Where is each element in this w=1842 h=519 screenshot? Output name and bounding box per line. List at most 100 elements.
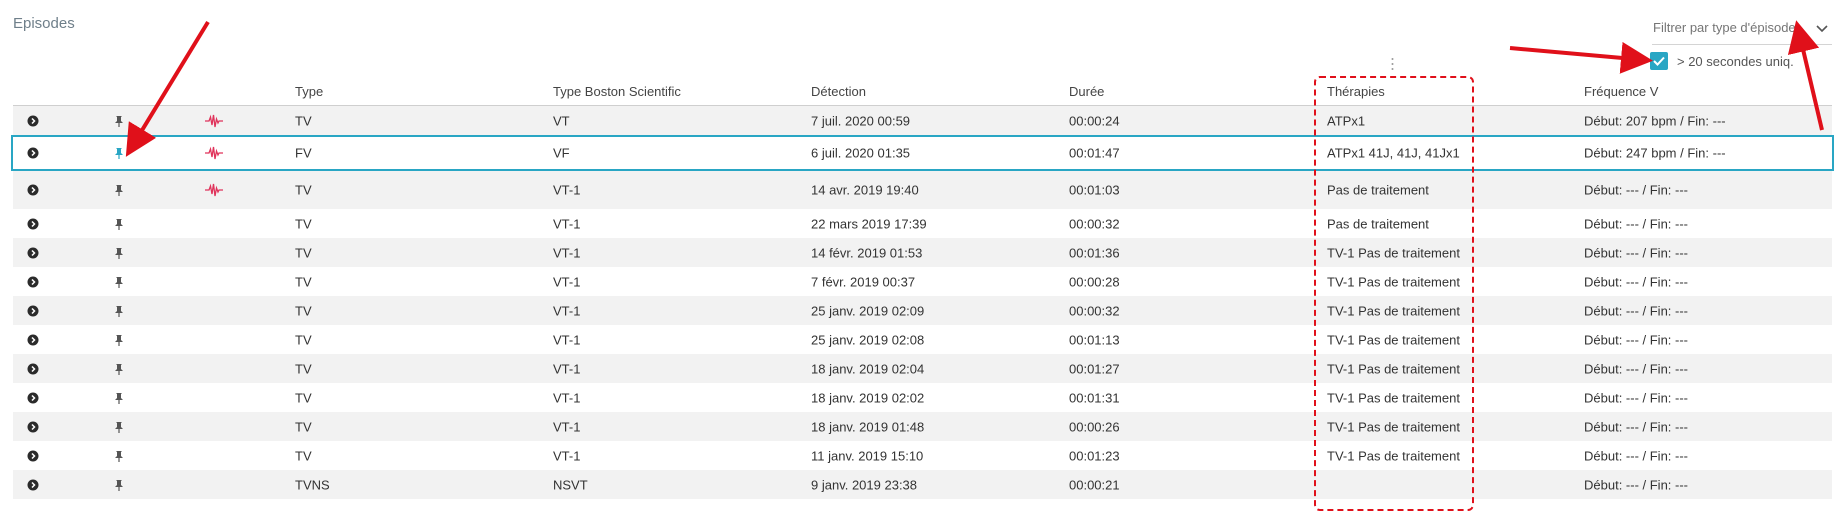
cell-duration: 00:01:47 bbox=[1069, 145, 1120, 161]
episodes-table: Type Type Boston Scientific Détection Du… bbox=[11, 78, 1834, 499]
cell-detection: 14 avr. 2019 19:40 bbox=[811, 182, 919, 198]
table-row[interactable]: TV VT-1 11 janv. 2019 15:10 00:01:23 TV-1 Pa… bbox=[13, 441, 1832, 470]
pin-icon[interactable] bbox=[114, 184, 124, 196]
cell-type: TV bbox=[295, 245, 312, 260]
pin-icon[interactable] bbox=[114, 392, 124, 404]
cell-detection: 7 juil. 2020 00:59 bbox=[811, 113, 911, 128]
waveform-icon[interactable] bbox=[205, 183, 223, 197]
pin-icon[interactable] bbox=[114, 334, 124, 346]
expand-row-icon[interactable] bbox=[27, 479, 39, 491]
cell-duration: 00:01:27 bbox=[1069, 361, 1120, 376]
table-row[interactable]: TV VT-1 18 janv. 2019 02:04 00:01:27 TV-1 Pa… bbox=[13, 354, 1832, 383]
cell-therapies: ATPx1 bbox=[1327, 113, 1366, 128]
cell-type: TV bbox=[295, 390, 312, 405]
table-row[interactable]: TVNS NSVT 9 janv. 2019 23:38 00:00:21 Début:… bbox=[13, 470, 1832, 499]
column-resize-handle[interactable] bbox=[1391, 57, 1394, 71]
pin-icon[interactable] bbox=[114, 450, 124, 462]
pin-icon[interactable] bbox=[114, 421, 124, 433]
expand-row-icon[interactable] bbox=[27, 450, 39, 462]
pin-icon[interactable] bbox=[114, 276, 124, 288]
cell-duration: 00:00:21 bbox=[1069, 477, 1120, 492]
table-row[interactable]: TV VT-1 14 avr. 2019 19:40 00:01:03 Pas de t… bbox=[13, 171, 1832, 209]
pin-icon[interactable] bbox=[114, 218, 124, 230]
cell-bsc-type: VT-1 bbox=[553, 274, 581, 289]
table-row[interactable]: TV VT-1 22 mars 2019 17:39 00:00:32 Pas de t… bbox=[13, 209, 1832, 238]
table-row-selected[interactable]: FV VF 6 juil. 2020 01:35 00:01:47 ATPx1 41J,… bbox=[11, 135, 1834, 171]
cell-detection: 25 janv. 2019 02:08 bbox=[811, 332, 925, 347]
expand-row-icon[interactable] bbox=[27, 421, 39, 433]
cell-frequency: Début: --- / Fin: --- bbox=[1584, 477, 1689, 492]
expand-row-icon[interactable] bbox=[27, 334, 39, 346]
cell-type: TV bbox=[295, 113, 312, 128]
table-row[interactable]: TV VT-1 25 janv. 2019 02:09 00:00:32 TV-1 Pa… bbox=[13, 296, 1832, 325]
cell-therapies: Pas de traitement bbox=[1327, 182, 1429, 198]
cell-type: TV bbox=[295, 332, 312, 347]
chevron-down-icon[interactable] bbox=[1814, 20, 1830, 36]
column-header-frequency[interactable]: Fréquence V bbox=[1584, 84, 1658, 99]
cell-frequency: Début: --- / Fin: --- bbox=[1584, 419, 1689, 434]
filter-placeholder: Filtrer par type d'épisode bbox=[1653, 20, 1796, 35]
cell-frequency: Début: --- / Fin: --- bbox=[1584, 274, 1689, 289]
expand-row-icon[interactable] bbox=[27, 115, 39, 127]
pin-icon[interactable] bbox=[114, 363, 124, 375]
cell-bsc-type: VT-1 bbox=[553, 390, 581, 405]
cell-therapies: TV-1 Pas de traitement bbox=[1327, 448, 1460, 463]
cell-duration: 00:01:23 bbox=[1069, 448, 1120, 463]
cell-therapies: TV-1 Pas de traitement bbox=[1327, 332, 1460, 347]
cell-frequency: Début: 207 bpm / Fin: --- bbox=[1584, 113, 1726, 128]
table-row[interactable]: TV VT 7 juil. 2020 00:59 00:00:24 ATPx1 Début… bbox=[13, 106, 1832, 135]
cell-bsc-type: VT-1 bbox=[553, 448, 581, 463]
cell-therapies: TV-1 Pas de traitement bbox=[1327, 303, 1460, 318]
expand-row-icon[interactable] bbox=[27, 184, 39, 196]
cell-frequency: Début: --- / Fin: --- bbox=[1584, 303, 1689, 318]
waveform-icon[interactable] bbox=[205, 114, 223, 128]
duration-filter-checkbox[interactable] bbox=[1650, 52, 1668, 70]
pin-icon[interactable] bbox=[114, 305, 124, 317]
pin-icon[interactable] bbox=[114, 115, 124, 127]
table-row[interactable]: TV VT-1 14 févr. 2019 01:53 00:01:36 TV-1 Pa… bbox=[13, 238, 1832, 267]
pin-icon[interactable] bbox=[114, 147, 124, 159]
column-header-bsc-type[interactable]: Type Boston Scientific bbox=[553, 84, 681, 99]
cell-duration: 00:00:32 bbox=[1069, 216, 1120, 231]
cell-bsc-type: VT-1 bbox=[553, 245, 581, 260]
cell-detection: 25 janv. 2019 02:09 bbox=[811, 303, 925, 318]
cell-duration: 00:00:32 bbox=[1069, 303, 1120, 318]
table-header: Type Type Boston Scientific Détection Du… bbox=[13, 78, 1832, 106]
column-header-therapies[interactable]: Thérapies bbox=[1327, 84, 1385, 99]
cell-duration: 00:01:13 bbox=[1069, 332, 1120, 347]
pin-icon[interactable] bbox=[114, 247, 124, 259]
table-row[interactable]: TV VT-1 25 janv. 2019 02:08 00:01:13 TV-1 Pa… bbox=[13, 325, 1832, 354]
cell-frequency: Début: --- / Fin: --- bbox=[1584, 390, 1689, 405]
cell-detection: 6 juil. 2020 01:35 bbox=[811, 145, 911, 161]
expand-row-icon[interactable] bbox=[27, 363, 39, 375]
cell-detection: 14 févr. 2019 01:53 bbox=[811, 245, 923, 260]
expand-row-icon[interactable] bbox=[27, 392, 39, 404]
column-header-detection[interactable]: Détection bbox=[811, 84, 866, 99]
cell-detection: 11 janv. 2019 15:10 bbox=[811, 448, 924, 463]
waveform-icon[interactable] bbox=[205, 146, 223, 160]
cell-duration: 00:01:03 bbox=[1069, 182, 1120, 198]
cell-type: TV bbox=[295, 274, 312, 289]
cell-duration: 00:00:28 bbox=[1069, 274, 1120, 289]
expand-row-icon[interactable] bbox=[27, 247, 39, 259]
column-header-type[interactable]: Type bbox=[295, 84, 323, 99]
cell-duration: 00:00:24 bbox=[1069, 113, 1120, 128]
cell-frequency: Début: 247 bpm / Fin: --- bbox=[1584, 145, 1726, 161]
cell-type: TV bbox=[295, 419, 312, 434]
table-row[interactable]: TV VT-1 18 janv. 2019 01:48 00:00:26 TV-1 Pa… bbox=[13, 412, 1832, 441]
column-header-duration[interactable]: Durée bbox=[1069, 84, 1104, 99]
expand-row-icon[interactable] bbox=[27, 276, 39, 288]
cell-duration: 00:00:26 bbox=[1069, 419, 1120, 434]
expand-row-icon[interactable] bbox=[27, 147, 39, 159]
cell-detection: 18 janv. 2019 02:04 bbox=[811, 361, 925, 376]
expand-row-icon[interactable] bbox=[27, 305, 39, 317]
expand-row-icon[interactable] bbox=[27, 218, 39, 230]
episode-type-filter[interactable]: Filtrer par type d'épisode bbox=[1652, 18, 1832, 45]
table-row[interactable]: TV VT-1 7 févr. 2019 00:37 00:00:28 TV-1 Pas… bbox=[13, 267, 1832, 296]
cell-therapies: Pas de traitement bbox=[1327, 216, 1429, 231]
table-row[interactable]: TV VT-1 18 janv. 2019 02:02 00:01:31 TV-1 Pa… bbox=[13, 383, 1832, 412]
duration-filter-label: > 20 secondes uniq. bbox=[1677, 54, 1794, 69]
pin-icon[interactable] bbox=[114, 479, 124, 491]
cell-therapies: TV-1 Pas de traitement bbox=[1327, 274, 1460, 289]
cell-detection: 22 mars 2019 17:39 bbox=[811, 216, 927, 231]
